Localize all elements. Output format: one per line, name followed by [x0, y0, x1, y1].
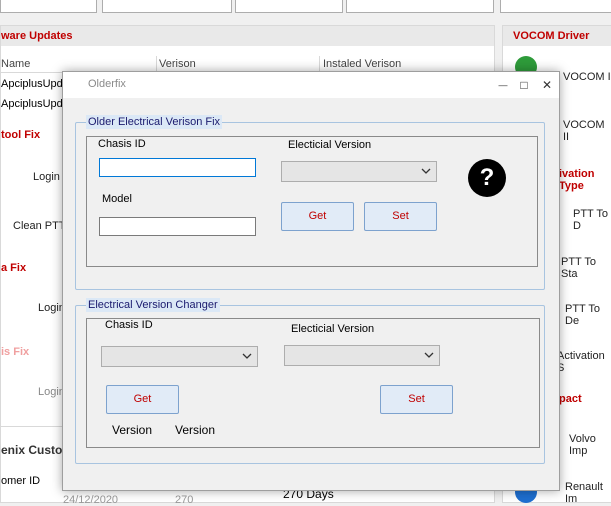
- older-version-dropdown[interactable]: [281, 161, 437, 182]
- vocom-title: VOCOM Driver: [503, 26, 611, 46]
- activation-item[interactable]: PTT To Sta: [561, 256, 611, 280]
- tool-fix-login-button[interactable]: Login: [33, 171, 60, 183]
- chevron-down-icon: [242, 353, 252, 359]
- older-get-button[interactable]: Get: [281, 202, 354, 231]
- vocom-2-item[interactable]: VOCOM II: [563, 119, 611, 143]
- date-field[interactable]: 24/12/2020: [63, 494, 118, 506]
- top-button-4[interactable]: [346, 0, 494, 13]
- changer-version-text-2: Version: [175, 423, 216, 437]
- activation-item[interactable]: Activation S: [557, 350, 611, 374]
- is-fix-login-button[interactable]: Login: [38, 386, 65, 398]
- number-field[interactable]: 270: [175, 494, 193, 506]
- older-chassis-input[interactable]: [99, 158, 256, 177]
- activation-item[interactable]: PTT To D: [573, 208, 611, 232]
- table-row[interactable]: ApciplusUpda: [1, 78, 69, 90]
- impact-item[interactable]: Renault Im: [565, 481, 611, 505]
- top-button-5[interactable]: [500, 0, 611, 13]
- is-fix-title: is Fix: [1, 346, 30, 358]
- changer-inner-box: [86, 318, 540, 448]
- top-button-2[interactable]: [102, 0, 232, 13]
- top-button-1[interactable]: [0, 0, 97, 13]
- older-model-label: Model: [102, 193, 132, 205]
- older-model-input[interactable]: [99, 217, 256, 236]
- maximize-icon[interactable]: □: [514, 76, 534, 94]
- top-button-3[interactable]: [235, 0, 343, 13]
- older-set-button[interactable]: Set: [364, 202, 437, 231]
- minimize-icon[interactable]: —: [493, 76, 513, 94]
- activation-item[interactable]: PTT To De: [565, 303, 611, 327]
- activation-title: ivation Type: [559, 168, 595, 192]
- clean-ptt-button[interactable]: Clean PTT: [13, 220, 66, 232]
- changer-version-label: Electicial Version: [291, 323, 375, 335]
- a-fix-login-button[interactable]: Login: [38, 302, 65, 314]
- chevron-down-icon: [424, 352, 434, 358]
- impact-title: pact: [559, 393, 582, 405]
- table-row[interactable]: ApciplusUpda: [1, 98, 69, 110]
- help-icon[interactable]: ?: [468, 159, 506, 197]
- close-icon[interactable]: ✕: [537, 76, 557, 94]
- vocom-1-item[interactable]: VOCOM I: [563, 71, 611, 83]
- software-updates-title: ware Updates: [1, 26, 494, 46]
- impact-item[interactable]: Volvo Imp: [569, 433, 611, 457]
- customer-id-label: omer ID: [1, 475, 41, 487]
- changer-version-text-1: Version: [112, 423, 153, 437]
- changer-chassis-label: Chasis ID: [105, 319, 153, 331]
- tool-fix-title: tool Fix: [1, 129, 41, 141]
- dialog-titlebar[interactable]: Olderfix — □ ✕: [63, 72, 559, 98]
- olderfix-dialog: Olderfix — □ ✕ Older Electrical Verison …: [62, 71, 560, 491]
- changer-chassis-dropdown[interactable]: [101, 346, 258, 367]
- changer-get-button[interactable]: Get: [106, 385, 179, 414]
- dialog-title: Olderfix: [88, 78, 126, 90]
- older-fix-group-title: Older Electrical Verison Fix: [86, 115, 223, 129]
- older-version-label: Electicial Version: [288, 139, 372, 151]
- changer-version-dropdown[interactable]: [284, 345, 440, 366]
- changer-set-button[interactable]: Set: [380, 385, 453, 414]
- a-fix-title: a Fix: [1, 262, 27, 274]
- chevron-down-icon: [421, 168, 431, 174]
- changer-group-title: Electrical Version Changer: [86, 298, 220, 312]
- older-chassis-label: Chasis ID: [98, 138, 146, 150]
